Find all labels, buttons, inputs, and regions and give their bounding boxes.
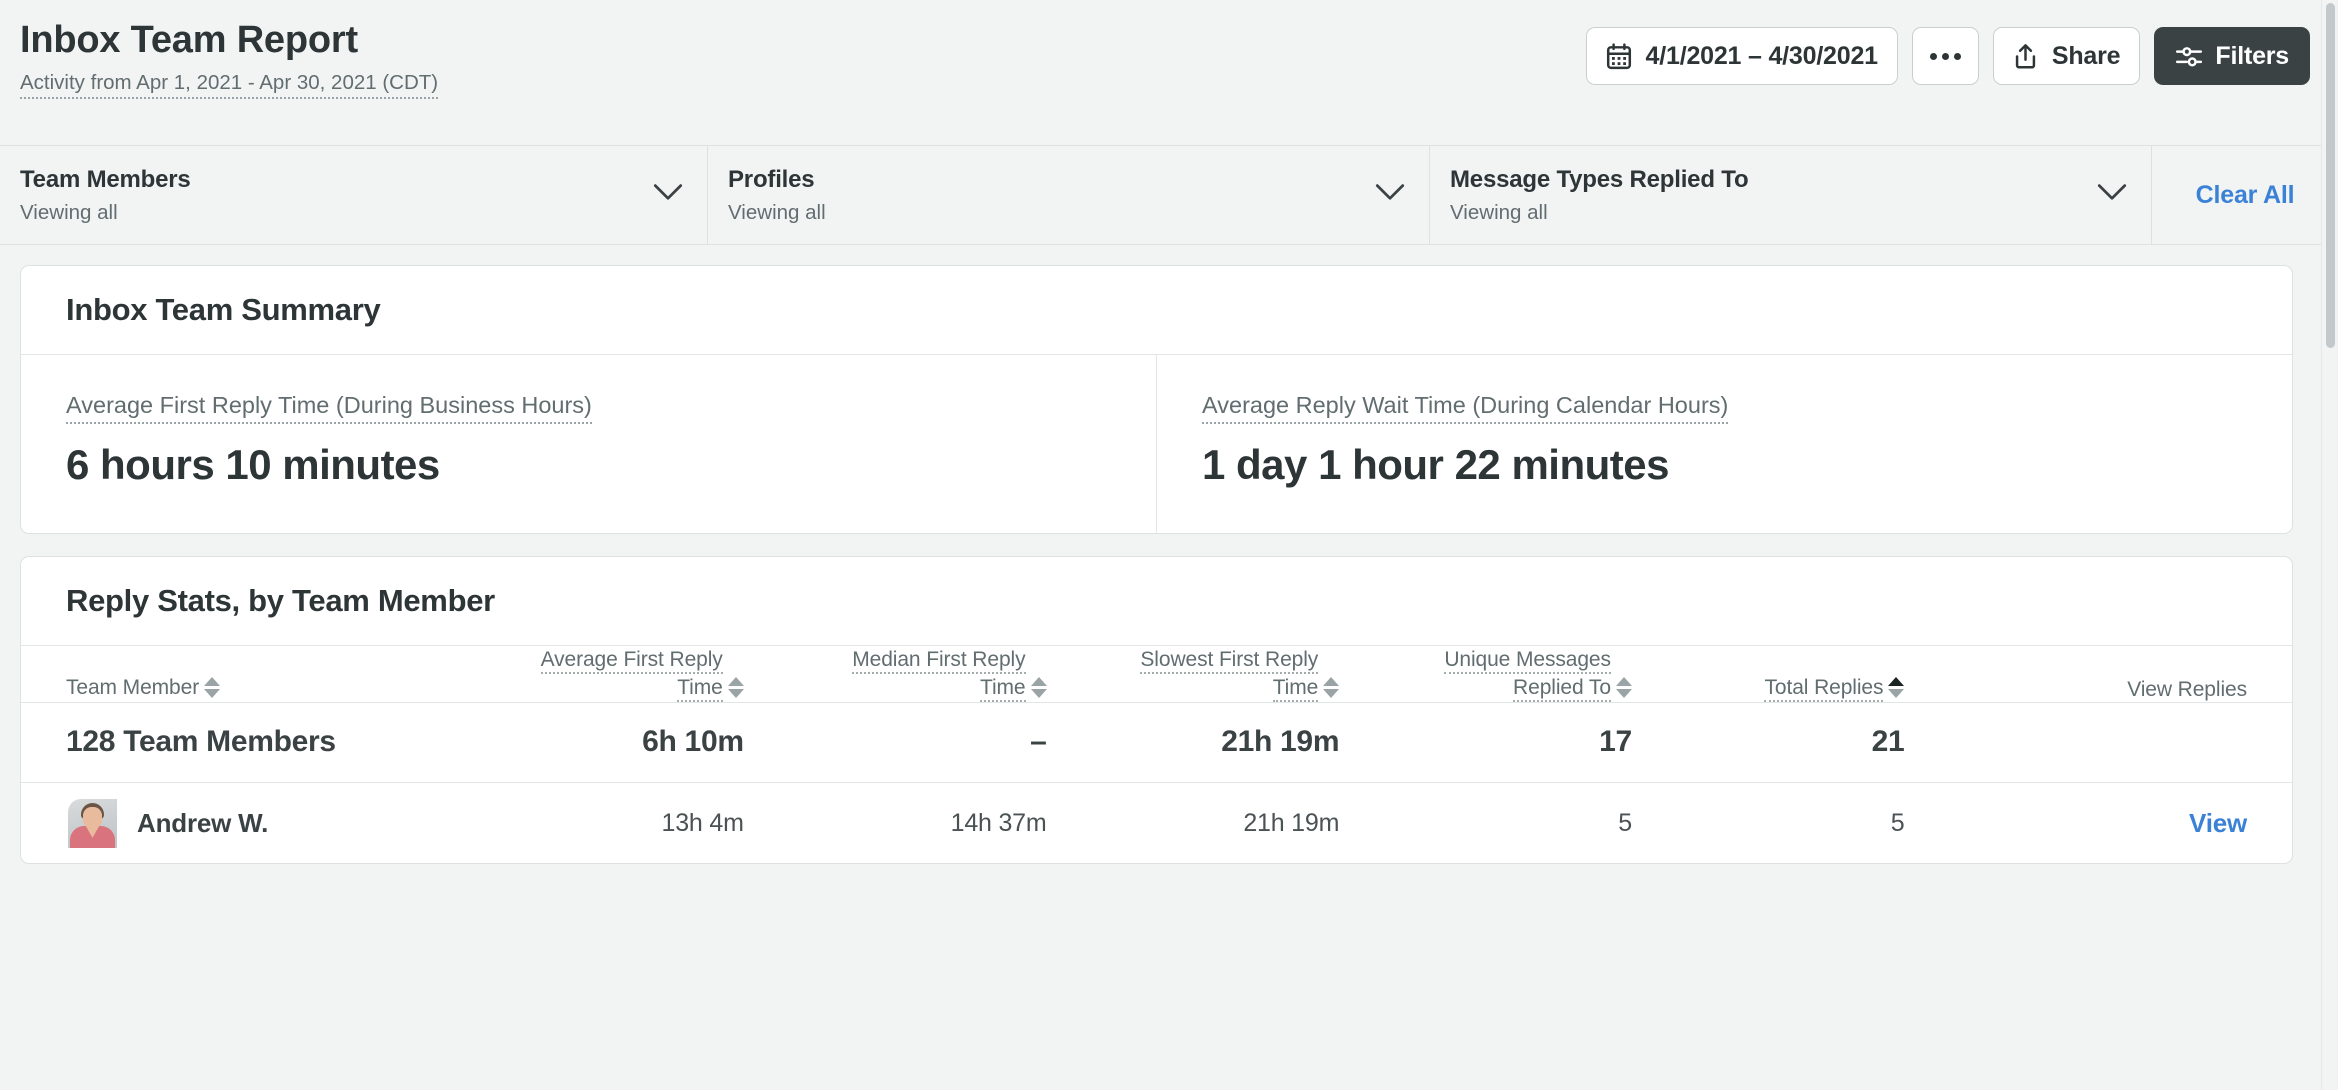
sort-arrows-icon[interactable] (1323, 676, 1340, 698)
cell-median-first-reply-time: 14h 37m (950, 808, 1047, 837)
clear-all-button[interactable]: Clear All (2152, 146, 2338, 244)
filter-value: Viewing all (1450, 200, 1548, 224)
reply-stats-by-team-member-card: Reply Stats, by Team Member Team Member (20, 556, 2293, 865)
filters-button[interactable]: Filters (2154, 27, 2310, 85)
table-header: Team Member Average First Reply Time Med… (21, 646, 2292, 703)
column-label: View Replies (2127, 677, 2247, 701)
metric-label[interactable]: Average Reply Wait Time (During Calendar… (1202, 392, 1729, 424)
scrollbar-thumb[interactable] (2326, 3, 2335, 348)
header-toolbar: 4/1/2021 – 4/30/2021 Share Filters (1585, 27, 2310, 85)
share-upload-icon (2013, 43, 2038, 70)
column-header-total-replies[interactable]: Total Replies (1636, 646, 1909, 703)
sliders-icon (2175, 43, 2203, 70)
summary-metrics: Average First Reply Time (During Busines… (21, 355, 2292, 534)
filter-label: Team Members (20, 165, 191, 193)
filter-bar: Team Members Viewing all Profiles Viewin… (0, 145, 2338, 245)
table-header-row: Team Member Average First Reply Time Med… (21, 646, 2292, 703)
filter-profiles[interactable]: Profiles Viewing all (708, 146, 1430, 244)
filter-team-members[interactable]: Team Members Viewing all (0, 146, 708, 244)
filter-value: Viewing all (20, 200, 118, 224)
cell-member: Andrew W. (21, 782, 480, 863)
cell-total-replies: 5 (1890, 808, 1905, 837)
column-header-unique-messages-replied-to[interactable]: Unique Messages Replied To (1343, 646, 1636, 703)
page-title: Inbox Team Report (20, 19, 358, 61)
chevron-down-icon[interactable] (1375, 184, 1405, 207)
metric-value: 6 hours 10 minutes (66, 440, 440, 488)
sort-arrows-icon-active[interactable] (1888, 676, 1905, 698)
filter-value: Viewing all (728, 200, 826, 224)
table-row: Andrew W. 13h 4m 14h 37m 21h 19m 5 5 Vie… (21, 782, 2292, 863)
page-subtitle: Activity from Apr 1, 2021 - Apr 30, 2021… (20, 71, 439, 100)
column-header-slowest-first-reply-time[interactable]: Slowest First Reply Time (1051, 646, 1344, 703)
column-label-line2: Time (980, 676, 1026, 703)
column-label-line2: Time (677, 676, 723, 703)
column-label: Team Member (66, 676, 200, 700)
sort-arrows-icon[interactable] (204, 676, 221, 698)
column-label-line1: Average First Reply (540, 648, 723, 675)
table-body: 128 Team Members 6h 10m – 21h 19m 17 21 (21, 702, 2292, 863)
column-header-median-first-reply-time[interactable]: Median First Reply Time (748, 646, 1051, 703)
calendar-icon (1606, 42, 1632, 70)
page-header: Inbox Team Report Activity from Apr 1, 2… (0, 0, 2338, 145)
filter-message-types-replied-to[interactable]: Message Types Replied To Viewing all (1430, 146, 2152, 244)
cell-average-first-reply-time: 13h 4m (661, 808, 744, 837)
ellipsis-icon (1929, 52, 1961, 60)
column-header-view-replies: View Replies (1908, 646, 2292, 702)
member-name: Andrew W. (137, 807, 269, 838)
sort-arrows-icon[interactable] (1615, 676, 1632, 698)
metric-average-reply-wait-time: Average Reply Wait Time (During Calendar… (1156, 355, 2292, 534)
cell-unique-messages-replied-to: 17 (1599, 725, 1632, 759)
card-title: Inbox Team Summary (66, 292, 381, 327)
more-options-button[interactable] (1911, 27, 1979, 85)
column-header-average-first-reply-time[interactable]: Average First Reply Time (480, 646, 747, 703)
column-label-line2: Time (1272, 676, 1318, 703)
share-button[interactable]: Share (1992, 27, 2141, 85)
metric-label[interactable]: Average First Reply Time (During Busines… (66, 392, 592, 424)
card-title: Reply Stats, by Team Member (66, 583, 495, 619)
metric-value: 1 day 1 hour 22 minutes (1202, 440, 1670, 488)
cell-total-replies: 21 (1871, 725, 1905, 759)
date-range-label: 4/1/2021 – 4/30/2021 (1645, 41, 1879, 70)
column-header-team-member[interactable]: Team Member (21, 646, 480, 702)
cell-slowest-first-reply-time: 21h 19m (1221, 725, 1340, 759)
avatar (68, 798, 117, 848)
share-label: Share (2051, 41, 2121, 70)
chevron-down-icon[interactable] (653, 184, 683, 207)
cell-average-first-reply-time: 6h 10m (642, 725, 744, 759)
cell-view-replies: View (1908, 782, 2292, 863)
column-label-line2: Replied To (1513, 676, 1611, 703)
content-area: Inbox Team Summary Average First Reply T… (0, 245, 2338, 865)
chevron-down-icon[interactable] (2097, 184, 2127, 207)
card-header: Reply Stats, by Team Member (21, 557, 2292, 647)
cell-unique-messages-replied-to: 5 (1618, 808, 1632, 837)
column-label: Total Replies (1764, 676, 1884, 703)
metric-average-first-reply-time: Average First Reply Time (During Busines… (21, 355, 1156, 533)
reply-stats-table: Team Member Average First Reply Time Med… (21, 646, 2292, 863)
column-label-line1: Unique Messages (1444, 648, 1611, 675)
filters-label: Filters (2215, 41, 2289, 70)
card-header: Inbox Team Summary (21, 266, 2292, 355)
column-label-line1: Slowest First Reply (1140, 648, 1318, 675)
cell-view-replies (1908, 702, 2292, 782)
title-block: Inbox Team Report Activity from Apr 1, 2… (20, 18, 439, 100)
filter-label: Message Types Replied To (1450, 165, 1749, 193)
cell-member-total: 128 Team Members (66, 725, 336, 759)
cell-median-first-reply-time: – (1030, 725, 1047, 759)
date-range-button[interactable]: 4/1/2021 – 4/30/2021 (1585, 27, 1898, 85)
sort-arrows-icon[interactable] (1030, 676, 1047, 698)
inbox-team-summary-card: Inbox Team Summary Average First Reply T… (20, 265, 2293, 535)
filter-label: Profiles (728, 165, 815, 193)
column-label-line1: Median First Reply (852, 648, 1026, 675)
table-row-summary: 128 Team Members 6h 10m – 21h 19m 17 21 (21, 702, 2292, 782)
page-scrollbar[interactable] (2321, 0, 2338, 1090)
cell-slowest-first-reply-time: 21h 19m (1243, 808, 1340, 837)
sort-arrows-icon[interactable] (727, 676, 744, 698)
view-replies-link[interactable]: View (2189, 808, 2247, 838)
